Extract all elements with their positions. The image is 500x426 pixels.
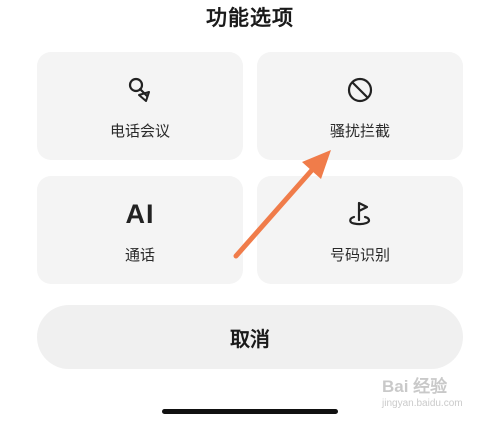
option-label: 通话 <box>124 246 155 264</box>
number-recognition-option[interactable]: 号码识别 <box>257 176 463 284</box>
block-icon <box>257 74 463 106</box>
watermark-url: jingyan.baidu.com <box>382 398 463 409</box>
ai-icon-text: AI <box>125 198 155 229</box>
home-indicator[interactable] <box>162 409 338 414</box>
microphone-icon <box>37 74 243 106</box>
cancel-button[interactable]: 取消 <box>37 305 463 369</box>
option-label: 骚扰拦截 <box>329 122 390 140</box>
option-label: 电话会议 <box>109 122 170 140</box>
watermark-text: Bai 经验 <box>382 377 448 396</box>
page-title: 功能选项 <box>206 6 294 30</box>
watermark-logo: Bai 经验 jingyan.baidu.com <box>382 372 497 414</box>
ai-call-option[interactable]: AI 通话 <box>37 176 243 284</box>
location-flag-icon <box>257 198 463 230</box>
conference-call-option[interactable]: 电话会议 <box>37 52 243 160</box>
option-label: 号码识别 <box>329 246 390 264</box>
harassment-block-option[interactable]: 骚扰拦截 <box>257 52 463 160</box>
ai-icon: AI <box>37 198 243 230</box>
